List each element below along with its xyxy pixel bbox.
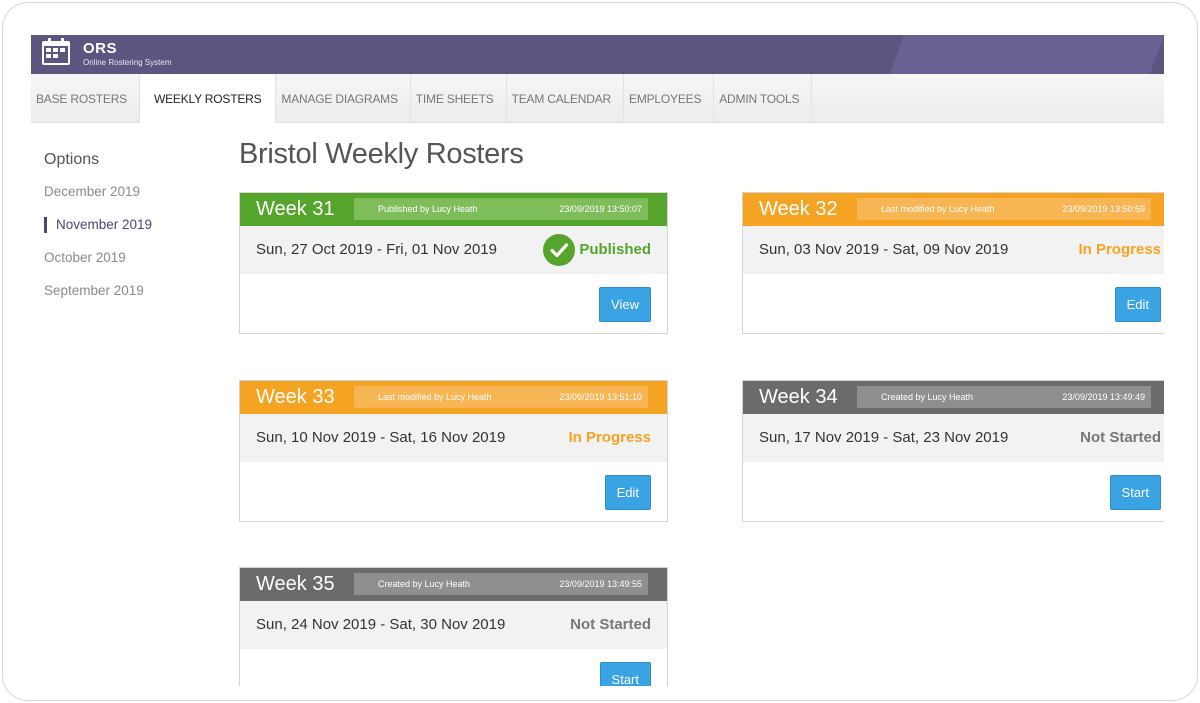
screenshot-frame: ORS Online Rostering System BASE ROSTERS… xyxy=(2,2,1198,701)
page-title: Bristol Weekly Rosters xyxy=(239,138,524,170)
tab-admin-tools[interactable]: ADMIN TOOLS xyxy=(714,74,813,123)
status-label: In Progress xyxy=(568,429,651,446)
sidebar-item-november-2019[interactable]: November 2019 xyxy=(44,217,152,233)
tab-weekly-rosters[interactable]: WEEKLY ROSTERS xyxy=(139,74,277,123)
roster-card-week-35: Week 35 Created by Lucy Heath 23/09/2019… xyxy=(239,567,668,686)
card-header: Week 33 Last modified by Lucy Heath 23/0… xyxy=(240,381,667,414)
week-label: Week 31 xyxy=(256,198,335,220)
date-range: Sun, 27 Oct 2019 - Fri, 01 Nov 2019 xyxy=(256,241,497,258)
week-label: Week 32 xyxy=(759,198,838,220)
edit-button[interactable]: Edit xyxy=(604,475,651,510)
calendar-logo-icon xyxy=(42,38,70,65)
tab-time-sheets[interactable]: TIME SHEETS xyxy=(411,74,507,123)
card-meta: Published by Lucy Heath 23/09/2019 13:50… xyxy=(354,198,648,220)
view-button[interactable]: View xyxy=(599,287,651,322)
status-label: In Progress xyxy=(1078,241,1161,258)
card-header: Week 32 Last modified by Lucy Heath 23/0… xyxy=(743,193,1164,226)
card-meta: Created by Lucy Heath 23/09/2019 13:49:5… xyxy=(354,573,648,595)
date-range: Sun, 24 Nov 2019 - Sat, 30 Nov 2019 xyxy=(256,616,506,633)
week-label: Week 33 xyxy=(256,386,335,408)
app-window: ORS Online Rostering System BASE ROSTERS… xyxy=(31,35,1164,686)
tab-base-rosters[interactable]: BASE ROSTERS xyxy=(31,74,140,123)
modified-by: Last modified by Lucy Heath xyxy=(881,204,995,214)
timestamp: 23/09/2019 13:51:10 xyxy=(559,392,642,402)
date-range: Sun, 03 Nov 2019 - Sat, 09 Nov 2019 xyxy=(759,241,1009,258)
top-bar: ORS Online Rostering System xyxy=(31,35,1164,74)
card-body: Sun, 17 Nov 2019 - Sat, 23 Nov 2019 Not … xyxy=(743,414,1164,462)
modified-by: Published by Lucy Heath xyxy=(378,204,478,214)
card-body: Sun, 24 Nov 2019 - Sat, 30 Nov 2019 Not … xyxy=(240,601,667,649)
header-stripe xyxy=(889,35,1164,74)
sidebar-title: Options xyxy=(44,151,100,168)
roster-card-week-34: Week 34 Created by Lucy Heath 23/09/2019… xyxy=(742,380,1164,522)
date-range: Sun, 17 Nov 2019 - Sat, 23 Nov 2019 xyxy=(759,429,1009,446)
modified-by: Last modified by Lucy Heath xyxy=(378,392,492,402)
week-label: Week 35 xyxy=(256,573,335,595)
status-label: Not Started xyxy=(570,616,651,633)
roster-card-week-32: Week 32 Last modified by Lucy Heath 23/0… xyxy=(742,192,1164,334)
card-meta: Created by Lucy Heath 23/09/2019 13:49:4… xyxy=(857,386,1151,408)
modified-by: Created by Lucy Heath xyxy=(378,579,471,589)
status-label: Not Started xyxy=(1080,429,1161,446)
tab-team-calendar[interactable]: TEAM CALENDAR xyxy=(507,74,625,123)
sidebar-item-december-2019[interactable]: December 2019 xyxy=(44,184,140,199)
main-nav: BASE ROSTERS WEEKLY ROSTERS MANAGE DIAGR… xyxy=(31,74,1164,123)
timestamp: 23/09/2019 13:49:49 xyxy=(1062,392,1145,402)
edit-button[interactable]: Edit xyxy=(1114,287,1161,322)
card-body: Sun, 10 Nov 2019 - Sat, 16 Nov 2019 In P… xyxy=(240,414,667,462)
card-meta: Last modified by Lucy Heath 23/09/2019 1… xyxy=(857,198,1151,220)
app-name: ORS xyxy=(83,40,118,57)
card-meta: Last modified by Lucy Heath 23/09/2019 1… xyxy=(354,386,648,408)
timestamp: 23/09/2019 13:50:07 xyxy=(559,204,642,214)
modified-by: Created by Lucy Heath xyxy=(881,392,974,402)
card-body: Sun, 27 Oct 2019 - Fri, 01 Nov 2019 Publ… xyxy=(240,226,667,274)
tab-employees[interactable]: EMPLOYEES xyxy=(624,74,715,123)
sidebar-item-september-2019[interactable]: September 2019 xyxy=(44,283,144,298)
start-button[interactable]: Start xyxy=(599,662,651,686)
card-body: Sun, 03 Nov 2019 - Sat, 09 Nov 2019 In P… xyxy=(743,226,1164,274)
check-circle-icon xyxy=(543,234,575,266)
roster-card-week-33: Week 33 Last modified by Lucy Heath 23/0… xyxy=(239,380,668,522)
card-header: Week 31 Published by Lucy Heath 23/09/20… xyxy=(240,193,667,226)
app-subtitle: Online Rostering System xyxy=(83,58,172,67)
date-range: Sun, 10 Nov 2019 - Sat, 16 Nov 2019 xyxy=(256,429,506,446)
roster-card-week-31: Week 31 Published by Lucy Heath 23/09/20… xyxy=(239,192,668,334)
sidebar-item-october-2019[interactable]: October 2019 xyxy=(44,250,126,265)
start-button[interactable]: Start xyxy=(1109,475,1161,510)
card-header: Week 35 Created by Lucy Heath 23/09/2019… xyxy=(240,568,667,601)
tab-manage-diagrams[interactable]: MANAGE DIAGRAMS xyxy=(276,74,411,123)
timestamp: 23/09/2019 13:50:59 xyxy=(1062,204,1145,214)
status-label: Published xyxy=(579,241,651,258)
timestamp: 23/09/2019 13:49:55 xyxy=(559,579,642,589)
card-header: Week 34 Created by Lucy Heath 23/09/2019… xyxy=(743,381,1164,414)
week-label: Week 34 xyxy=(759,386,838,408)
